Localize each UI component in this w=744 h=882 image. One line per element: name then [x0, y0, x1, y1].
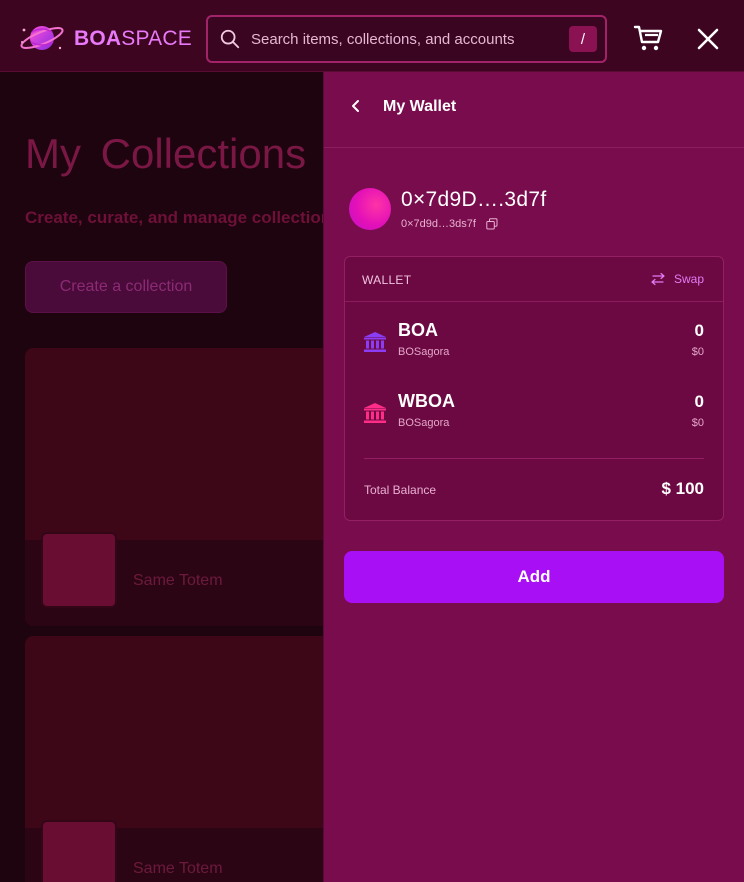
logo[interactable]: BOASPACE	[18, 22, 192, 54]
collection-name: Same Totem	[133, 572, 223, 589]
planet-logo-icon	[20, 26, 64, 50]
token-network: BOSagora	[398, 417, 450, 429]
search-input[interactable]	[251, 30, 551, 48]
panel-title: My Wallet	[383, 98, 457, 115]
collection-card[interactable]: Same Totem	[25, 636, 335, 882]
avatar	[349, 188, 391, 230]
page-title: My Collections	[25, 130, 307, 177]
page-subtitle: Create, curate, and manage collections	[25, 208, 341, 227]
search-shortcut-badge: /	[569, 26, 597, 52]
cart-icon[interactable]	[632, 22, 664, 54]
swap-label: Swap	[673, 272, 704, 286]
wallet-address-short: 0×7d9d…3ds7f	[401, 218, 476, 230]
token-amount: 0	[694, 321, 704, 340]
wallet-panel: My Wallet 0×7d9D….3d7f 0×7d9d…3ds7f WALL…	[323, 72, 744, 882]
close-icon[interactable]	[694, 25, 722, 53]
token-fiat-value: $0	[691, 346, 704, 358]
wallet-card-header: WALLET Swap	[345, 257, 723, 302]
swap-button[interactable]: Swap	[650, 272, 704, 286]
bank-icon	[364, 332, 386, 352]
chevron-left-icon[interactable]	[348, 98, 364, 114]
token-name: WBOA	[398, 391, 455, 411]
add-funds-button[interactable]: Add	[344, 551, 724, 603]
collection-thumbnail	[41, 820, 117, 882]
collection-name: Same Totem	[133, 860, 223, 877]
token-row-wboa[interactable]: WBOA BOSagora 0 $0	[345, 391, 723, 443]
token-fiat-value: $0	[691, 417, 704, 429]
search-bar[interactable]: /	[206, 15, 607, 63]
token-network: BOSagora	[398, 346, 450, 358]
wallet-panel-header: My Wallet	[324, 72, 744, 148]
token-amount: 0	[694, 392, 704, 411]
token-row-boa[interactable]: BOA BOSagora 0 $0	[345, 320, 723, 372]
wallet-address-row: 0×7d9d…3ds7f	[401, 218, 498, 230]
top-nav: BOASPACE /	[0, 0, 744, 72]
collection-card[interactable]: Same Totem	[25, 348, 335, 626]
swap-arrows-icon	[651, 272, 665, 286]
total-balance-label: Total Balance	[364, 483, 437, 497]
wallet-address: 0×7d9D….3d7f	[401, 188, 547, 211]
collection-thumbnail	[41, 532, 117, 608]
total-balance-value: $ 100	[661, 479, 704, 498]
search-icon	[220, 29, 240, 49]
divider	[364, 458, 704, 459]
create-collection-button[interactable]: Create a collection	[25, 261, 227, 313]
logo-text: BOASPACE	[74, 26, 192, 50]
wallet-balance-card: WALLET Swap BOA BOSagora 0 $0 WBOA BOSag…	[344, 256, 724, 521]
token-name: BOA	[398, 320, 438, 340]
copy-icon[interactable]	[486, 218, 498, 230]
bank-icon	[364, 403, 386, 423]
app-root: BOASPACE / My Collections Create, curate…	[0, 0, 744, 882]
wallet-label: WALLET	[362, 273, 412, 287]
